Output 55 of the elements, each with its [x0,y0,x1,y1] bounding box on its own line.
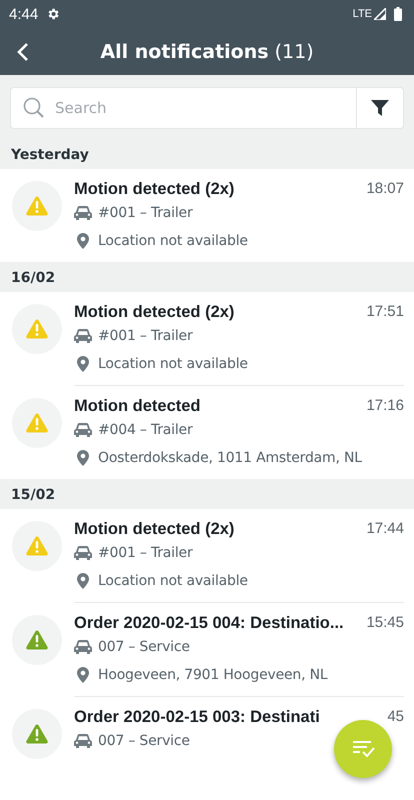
vehicle-label: 007 – Service [98,733,190,749]
location-label: Location not available [98,356,248,372]
notification-item[interactable]: Order 2020-02-15 004: Destinatio... 15:45 007 – Service Hoogeveen, 7901 Hoogeveen, NL [0,603,414,697]
car-icon [74,734,92,748]
battery-icon [394,7,402,21]
location-label: Oosterdokskade, 1011 Amsterdam, NL [98,450,362,466]
filter-icon [371,100,389,116]
date-heading: 15/02 [11,487,56,503]
notification-title: Order 2020-02-15 003: Destinati [74,708,320,727]
notification-item[interactable]: Motion detected (2x) 17:44 #001 – Trailer Location not available [0,509,414,603]
notification-item[interactable]: Order 2020-02-15 003: Destinati 45 007 – Service [0,697,414,762]
checklist-icon [351,739,375,759]
date-heading: 16/02 [11,270,56,286]
network-label: LTE [352,8,372,20]
car-icon [74,546,92,560]
notification-time: 18:07 [366,180,404,199]
location-pin-icon [77,573,89,589]
notification-title: Motion detected (2x) [74,303,234,322]
notification-item[interactable]: Motion detected (2x) 18:07 #001 – Trailer Location not available [0,169,414,262]
status-time: 4:44 [9,6,38,22]
car-icon [74,329,92,343]
vehicle-label: #001 – Trailer [98,545,193,561]
notification-time: 15:45 [366,614,404,633]
vehicle-label: 007 – Service [98,639,190,655]
notification-item[interactable]: Motion detected (2x) 17:51 #001 – Trailer Location not available [0,292,414,386]
settings-icon [46,7,60,21]
location-pin-icon [77,233,89,249]
vehicle-label: #001 – Trailer [98,205,193,221]
notification-time: 17:44 [366,520,404,539]
notification-time: 17:16 [366,397,404,416]
location-label: Location not available [98,233,248,249]
notification-title: Motion detected [74,397,200,416]
back-icon [16,42,30,62]
search-field[interactable]: Search [10,87,356,129]
car-icon [74,423,92,437]
location-pin-icon [77,450,89,466]
search-icon [23,97,45,119]
notification-time: 45 [387,708,404,727]
car-icon [74,206,92,220]
vehicle-label: #004 – Trailer [98,422,193,438]
notification-title: Motion detected (2x) [74,520,234,539]
location-pin-icon [77,356,89,372]
car-icon [74,640,92,654]
vehicle-label: #001 – Trailer [98,328,193,344]
date-heading: Yesterday [11,147,89,163]
location-label: Location not available [98,573,248,589]
notification-title: Motion detected (2x) [74,180,234,199]
notification-time: 17:51 [366,303,404,322]
signal-icon [374,8,386,20]
page-title: All notifications (11) [100,40,314,62]
filter-button[interactable] [356,87,404,129]
notification-item[interactable]: Motion detected 17:16 #004 – Trailer Oosterdokskade, 1011 Amsterdam, NL [0,386,414,479]
notification-title: Order 2020-02-15 004: Destinatio... [74,614,344,633]
location-pin-icon [77,667,89,683]
location-label: Hoogeveen, 7901 Hoogeveen, NL [98,667,328,683]
